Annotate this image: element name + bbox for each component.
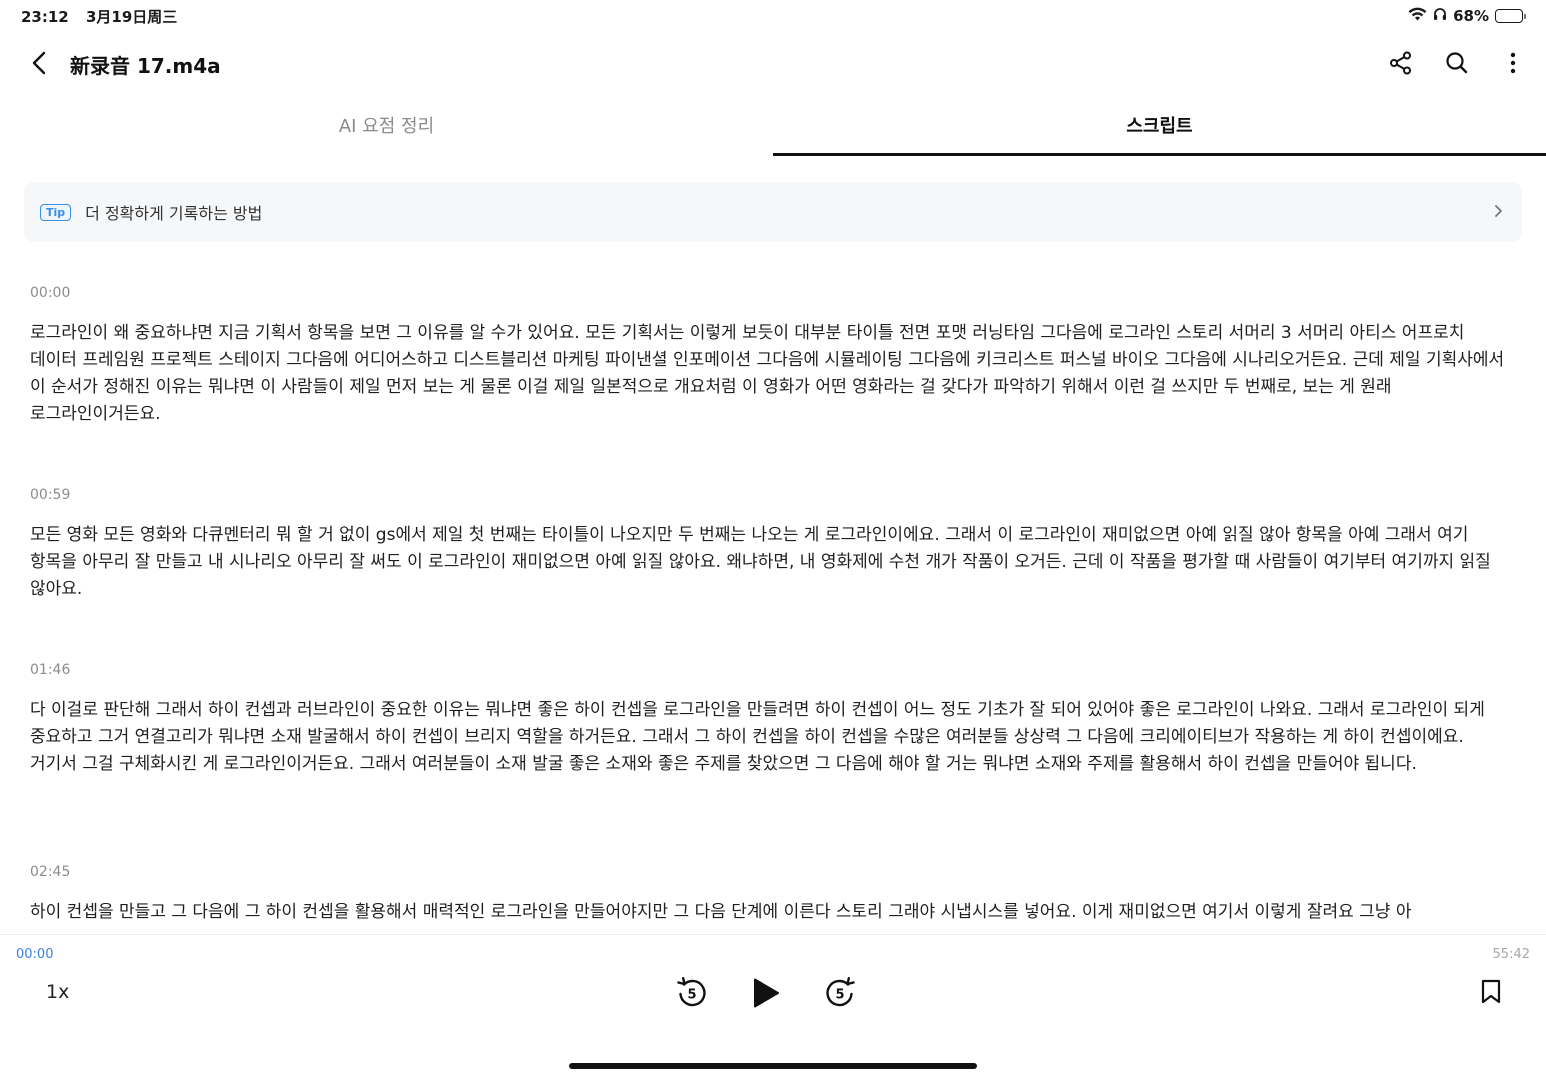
nav-bar: 新录音 17.m4a bbox=[0, 38, 1546, 88]
forward-seconds-label: 5 bbox=[835, 988, 844, 1003]
headphones-icon bbox=[1433, 7, 1447, 25]
segment-timestamp[interactable]: 00:59 bbox=[30, 486, 1516, 504]
home-indicator[interactable] bbox=[569, 1063, 977, 1069]
tab-ai-summary[interactable]: AI 요점 정리 bbox=[0, 104, 773, 156]
status-date: 3月19日周三 bbox=[85, 7, 178, 26]
tab-script[interactable]: 스크립트 bbox=[773, 104, 1546, 156]
bookmark-icon[interactable] bbox=[1480, 979, 1502, 1009]
back-icon[interactable] bbox=[26, 50, 52, 76]
segment-text: 다 이걸로 판단해 그래서 하이 컨셉과 러브라인이 중요한 이유는 뭐냐면 좋… bbox=[30, 700, 1485, 774]
page-title: 新录音 17.m4a bbox=[70, 54, 221, 78]
tab-bar: AI 요점 정리 스크립트 bbox=[0, 104, 1546, 156]
forward-5-button[interactable]: 5 bbox=[820, 973, 860, 1013]
segment-timestamp[interactable]: 02:45 bbox=[30, 863, 1516, 881]
current-time: 00:00 bbox=[16, 947, 54, 962]
tip-banner[interactable]: Tip 더 정확하게 기록하는 방법 bbox=[24, 182, 1522, 242]
play-button[interactable] bbox=[746, 973, 786, 1013]
play-icon bbox=[754, 978, 779, 1008]
transcript-segment[interactable]: 00:59 모든 영화 모든 영화와 다큐멘터리 뭐 할 거 없이 gs에서 제… bbox=[0, 486, 1546, 603]
transcript-segment[interactable]: 02:45 하이 컨셉을 만들고 그 다음에 그 하이 컨셉을 활용해서 매력적… bbox=[0, 863, 1546, 926]
battery-icon bbox=[1495, 9, 1526, 23]
status-left: 23:12 3月19日周三 bbox=[21, 6, 189, 27]
wifi-icon bbox=[1408, 7, 1427, 25]
segment-timestamp[interactable]: 00:00 bbox=[30, 284, 1516, 302]
duration: 55:42 bbox=[1492, 947, 1530, 962]
search-icon[interactable] bbox=[1440, 48, 1474, 78]
transcript-list[interactable]: 00:00 로그라인이 왜 중요하냐면 지금 기획서 항목을 보면 그 이유를 … bbox=[0, 270, 1546, 934]
chevron-right-icon bbox=[1494, 202, 1504, 224]
segment-timestamp[interactable]: 01:46 bbox=[30, 661, 1516, 679]
audio-player: 00:00 55:42 1x 5 5 bbox=[0, 934, 1546, 1080]
transcript-segment[interactable]: 00:00 로그라인이 왜 중요하냐면 지금 기획서 항목을 보면 그 이유를 … bbox=[0, 284, 1546, 428]
playback-controls: 5 5 bbox=[672, 973, 860, 1013]
more-icon[interactable] bbox=[1496, 48, 1530, 78]
status-time: 23:12 bbox=[21, 7, 69, 26]
tip-text: 더 정확하게 기록하는 방법 bbox=[85, 204, 263, 223]
status-bar: 23:12 3月19日周三 68% bbox=[0, 0, 1546, 32]
segment-text: 하이 컨셉을 만들고 그 다음에 그 하이 컨셉을 활용해서 매력적인 로그라인… bbox=[30, 902, 1412, 922]
segment-text: 모든 영화 모든 영화와 다큐멘터리 뭐 할 거 없이 gs에서 제일 첫 번째… bbox=[30, 525, 1491, 599]
rewind-5-button[interactable]: 5 bbox=[672, 973, 712, 1013]
tip-badge: Tip bbox=[40, 203, 72, 221]
nav-actions bbox=[1384, 48, 1530, 78]
speed-button[interactable]: 1x bbox=[46, 981, 69, 1003]
status-right: 68% bbox=[1408, 7, 1526, 25]
rewind-seconds-label: 5 bbox=[687, 988, 696, 1003]
segment-text: 로그라인이 왜 중요하냐면 지금 기획서 항목을 보면 그 이유를 알 수가 있… bbox=[30, 323, 1505, 424]
share-icon[interactable] bbox=[1384, 48, 1418, 78]
transcript-segment[interactable]: 01:46 다 이걸로 판단해 그래서 하이 컨셉과 러브라인이 중요한 이유는… bbox=[0, 661, 1546, 778]
rewind-icon: 5 bbox=[677, 977, 706, 1007]
forward-icon: 5 bbox=[826, 977, 855, 1007]
battery-percent: 68% bbox=[1453, 7, 1489, 25]
